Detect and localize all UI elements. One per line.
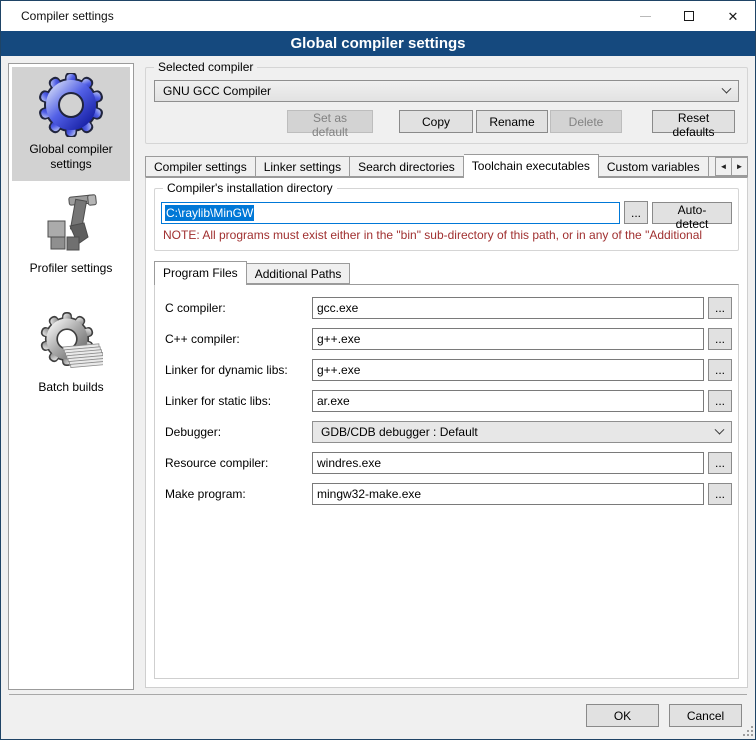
gray-gear-stack-icon	[39, 311, 103, 375]
reset-defaults-button[interactable]: Reset defaults	[652, 110, 735, 133]
row-label: Linker for static libs:	[165, 394, 312, 408]
chevron-down-icon	[722, 83, 732, 93]
cancel-button[interactable]: Cancel	[669, 704, 742, 727]
close-button[interactable]: ✕	[711, 1, 755, 31]
make-program-browse-button[interactable]: ...	[708, 483, 732, 505]
titlebar: Compiler settings ✕	[1, 1, 755, 31]
selected-compiler-group: Selected compiler GNU GCC Compiler Set a…	[145, 67, 748, 144]
sidebar-item-label: Profiler settings	[30, 261, 113, 276]
program-row-c-compiler: C compiler: ...	[165, 297, 732, 319]
tab-compiler-settings[interactable]: Compiler settings	[145, 156, 256, 177]
program-row-make-program: Make program: ...	[165, 483, 732, 505]
make-program-input[interactable]	[312, 483, 704, 505]
program-row-resource-compiler: Resource compiler: ...	[165, 452, 732, 474]
installation-directory-legend: Compiler's installation directory	[163, 181, 337, 195]
tab-additional-paths[interactable]: Additional Paths	[247, 263, 351, 284]
maximize-icon	[684, 11, 694, 21]
program-row-dynamic-linker: Linker for dynamic libs: ...	[165, 359, 732, 381]
sidebar-item-label: Batch builds	[38, 380, 103, 395]
sidebar-item-global-compiler-settings[interactable]: Global compiler settings	[12, 67, 130, 181]
dialog-footer: OK Cancel	[9, 694, 747, 739]
close-icon: ✕	[728, 10, 739, 23]
sidebar-item-label: Global compiler settings	[14, 142, 128, 172]
rename-button[interactable]: Rename	[476, 110, 548, 133]
selected-compiler-legend: Selected compiler	[154, 60, 257, 74]
delete-button[interactable]: Delete	[550, 110, 622, 133]
bin-subdirectory-note: NOTE: All programs must exist either in …	[163, 228, 732, 242]
auto-detect-button[interactable]: Auto-detect	[652, 202, 732, 224]
program-row-static-linker: Linker for static libs: ...	[165, 390, 732, 412]
toolchain-executables-page: Compiler's installation directory C:\ray…	[145, 177, 748, 688]
dialog-content: Global compiler settings Profiler settin…	[1, 56, 755, 694]
browse-directory-button[interactable]: ...	[624, 201, 648, 224]
program-files-page: C compiler: ... C++ compiler: ...	[154, 284, 739, 679]
maximize-button[interactable]	[667, 1, 711, 31]
dialog-banner: Global compiler settings	[1, 31, 755, 56]
program-row-debugger: Debugger: GDB/CDB debugger : Default	[165, 421, 732, 443]
row-label: Resource compiler:	[165, 456, 312, 470]
arrow-left-icon: ◄	[720, 162, 728, 171]
settings-tabstrip: Compiler settings Linker settings Search…	[145, 154, 748, 177]
compiler-select[interactable]: GNU GCC Compiler	[154, 80, 739, 102]
resize-grip-icon[interactable]	[751, 734, 753, 736]
tab-scroll-right-button[interactable]: ►	[731, 157, 748, 176]
sidebar-item-batch-builds[interactable]: Batch builds	[12, 305, 130, 419]
main-panel: Selected compiler GNU GCC Compiler Set a…	[145, 63, 748, 688]
compiler-select-value: GNU GCC Compiler	[163, 84, 723, 98]
installation-directory-group: Compiler's installation directory C:\ray…	[154, 188, 739, 251]
installation-directory-row: C:\raylib\MinGW ... Auto-detect	[161, 201, 732, 224]
row-label: Make program:	[165, 487, 312, 501]
static-linker-browse-button[interactable]: ...	[708, 390, 732, 412]
cpp-compiler-browse-button[interactable]: ...	[708, 328, 732, 350]
settings-category-list: Global compiler settings Profiler settin…	[8, 63, 134, 690]
static-linker-input[interactable]	[312, 390, 704, 412]
tab-scroll-left-button[interactable]: ◄	[715, 157, 732, 176]
window-title: Compiler settings	[1, 9, 114, 23]
c-compiler-browse-button[interactable]: ...	[708, 297, 732, 319]
copy-button[interactable]: Copy	[399, 110, 473, 133]
set-as-default-button[interactable]: Set as default	[287, 110, 373, 133]
sidebar-item-profiler-settings[interactable]: Profiler settings	[12, 186, 130, 300]
minimize-icon	[640, 16, 651, 17]
caliper-icon	[39, 192, 103, 256]
resource-compiler-input[interactable]	[312, 452, 704, 474]
row-label: C compiler:	[165, 301, 312, 315]
minimize-button[interactable]	[623, 1, 667, 31]
compiler-actions: Set as default Copy Rename Delete Reset …	[154, 110, 739, 133]
resource-compiler-browse-button[interactable]: ...	[708, 452, 732, 474]
window-controls: ✕	[623, 1, 755, 31]
programs-tabstrip: Program Files Additional Paths	[154, 261, 739, 284]
debugger-select[interactable]: GDB/CDB debugger : Default	[312, 421, 732, 443]
row-label: C++ compiler:	[165, 332, 312, 346]
tab-toolchain-executables[interactable]: Toolchain executables	[464, 154, 599, 178]
compiler-settings-dialog: Compiler settings ✕ Global compiler sett…	[0, 0, 756, 740]
tab-search-directories[interactable]: Search directories	[350, 156, 464, 177]
tab-program-files[interactable]: Program Files	[154, 261, 247, 285]
dynamic-linker-browse-button[interactable]: ...	[708, 359, 732, 381]
tab-custom-variables[interactable]: Custom variables	[599, 156, 709, 177]
arrow-right-icon: ►	[736, 162, 744, 171]
installation-directory-value: C:\raylib\MinGW	[165, 205, 254, 221]
debugger-select-value: GDB/CDB debugger : Default	[321, 425, 716, 439]
tab-linker-settings[interactable]: Linker settings	[256, 156, 350, 177]
row-label: Debugger:	[165, 425, 312, 439]
dynamic-linker-input[interactable]	[312, 359, 704, 381]
installation-directory-input[interactable]: C:\raylib\MinGW	[161, 202, 620, 224]
c-compiler-input[interactable]	[312, 297, 704, 319]
blue-gear-icon	[39, 73, 103, 137]
program-row-cpp-compiler: C++ compiler: ...	[165, 328, 732, 350]
ok-button[interactable]: OK	[586, 704, 659, 727]
tab-scroll-buttons: ◄ ►	[716, 157, 748, 176]
row-label: Linker for dynamic libs:	[165, 363, 312, 377]
cpp-compiler-input[interactable]	[312, 328, 704, 350]
chevron-down-icon	[715, 424, 725, 434]
